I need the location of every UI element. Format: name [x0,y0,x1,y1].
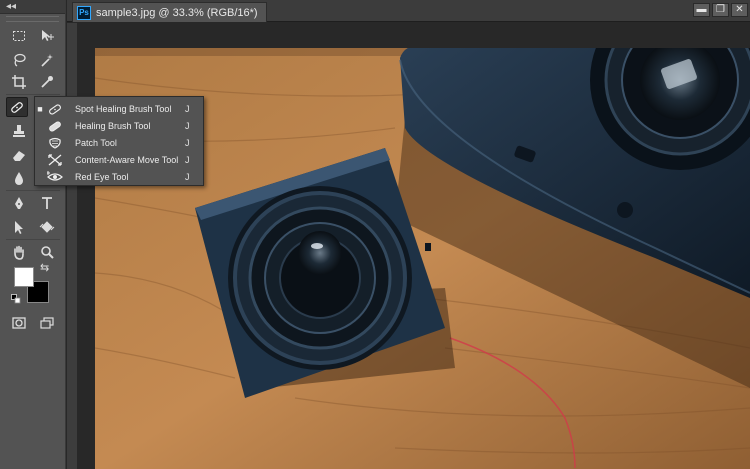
rectangular-marquee-tool[interactable] [8,26,30,46]
rectangular-marquee-icon [13,31,25,41]
zoom-tool[interactable] [36,242,58,262]
default-colors-icon[interactable] [11,294,21,304]
selected-indicator: ■ [37,103,43,114]
minimize-button[interactable]: ▬ [693,3,710,17]
blur-icon [15,172,23,185]
healing-tools-flyout: ■ Spot Healing Brush Tool J Healing Brus… [34,96,204,186]
blur-tool[interactable] [8,168,30,188]
quick-mask-icon [12,317,26,329]
patch-icon [45,136,65,150]
flyout-item-label: Patch Tool [75,137,117,148]
tool-group-divider [6,190,60,191]
restore-button[interactable]: ❐ [712,3,729,17]
eraser-icon [13,151,25,161]
spot-healing-brush-icon [45,102,65,116]
type-icon [42,197,52,209]
zoom-icon [41,246,54,259]
flyout-item-label: Red Eye Tool [75,171,129,182]
flyout-item-red-eye[interactable]: Red Eye Tool J [35,168,203,185]
spot-healing-brush-tool[interactable] [6,97,28,117]
swap-colors-icon[interactable]: ⇆ [40,263,49,274]
crop-tool[interactable] [8,72,30,92]
magic-wand-tool[interactable] [36,50,58,70]
pen-tool[interactable] [8,193,30,213]
hand-tool[interactable] [8,242,30,262]
eraser-tool[interactable] [8,145,30,165]
flyout-item-label: Spot Healing Brush Tool [75,103,172,114]
path-selection-icon [15,221,23,234]
content-aware-move-icon [45,153,65,167]
flyout-item-content-aware-move[interactable]: Content-Aware Move Tool J [35,151,203,168]
move-tool[interactable] [36,26,58,46]
foreground-color-swatch[interactable] [14,267,34,287]
close-button[interactable]: ✕ [731,3,748,17]
crop-icon [12,75,26,89]
tools-panel: ◂◂ ⇆ [0,0,66,469]
quick-mask-tool[interactable] [8,313,30,333]
tool-group-divider [6,94,60,95]
flyout-item-label: Healing Brush Tool [75,120,151,131]
tools-panel-header: ◂◂ [0,0,65,14]
shortcut-key: J [185,137,190,148]
document-tab[interactable]: Ps sample3.jpg @ 33.3% (RGB/16*) [72,2,267,22]
document-tab-bar: Ps sample3.jpg @ 33.3% (RGB/16*) ▬ ❐ ✕ [67,0,750,22]
lasso-icon [14,53,26,67]
document-title: sample3.jpg @ 33.3% (RGB/16*) [96,6,258,19]
tool-group-divider [6,239,60,240]
canvas-scrollbar[interactable] [67,23,77,469]
shortcut-key: J [185,171,190,182]
clone-stamp-tool[interactable] [8,121,30,141]
move-icon [42,30,54,41]
flyout-item-patch[interactable]: Patch Tool J [35,134,203,151]
red-eye-icon [45,170,65,184]
healing-brush-icon [45,119,65,133]
shortcut-key: J [185,103,190,114]
flyout-item-spot-healing-brush[interactable]: ■ Spot Healing Brush Tool J [35,100,203,117]
magic-wand-icon [41,54,53,67]
path-selection-tool[interactable] [8,217,30,237]
custom-shape-icon [39,221,55,233]
shortcut-key: J [185,120,190,131]
flyout-item-label: Content-Aware Move Tool [75,154,179,165]
panel-grip[interactable] [6,16,59,22]
hand-icon [14,245,24,260]
screen-mode-icon [40,317,54,329]
custom-shape-tool[interactable] [36,217,58,237]
type-tool[interactable] [36,193,58,213]
spot-healing-brush-icon [11,102,23,113]
eyedropper-tool[interactable] [36,72,58,92]
shortcut-key: J [185,154,190,165]
eyedropper-icon [41,76,53,88]
screen-mode-tool[interactable] [36,313,58,333]
clone-stamp-icon [13,125,25,137]
pen-icon [15,197,23,209]
flyout-item-healing-brush[interactable]: Healing Brush Tool J [35,117,203,134]
photoshop-logo-icon: Ps [77,5,91,20]
lasso-tool[interactable] [8,50,30,70]
photoshop-window: ◂◂ ⇆ Ps sample3.jpg @ 33.3% (RGB/16*) ▬ … [0,0,750,469]
collapse-panel-button[interactable]: ◂◂ [6,1,16,13]
